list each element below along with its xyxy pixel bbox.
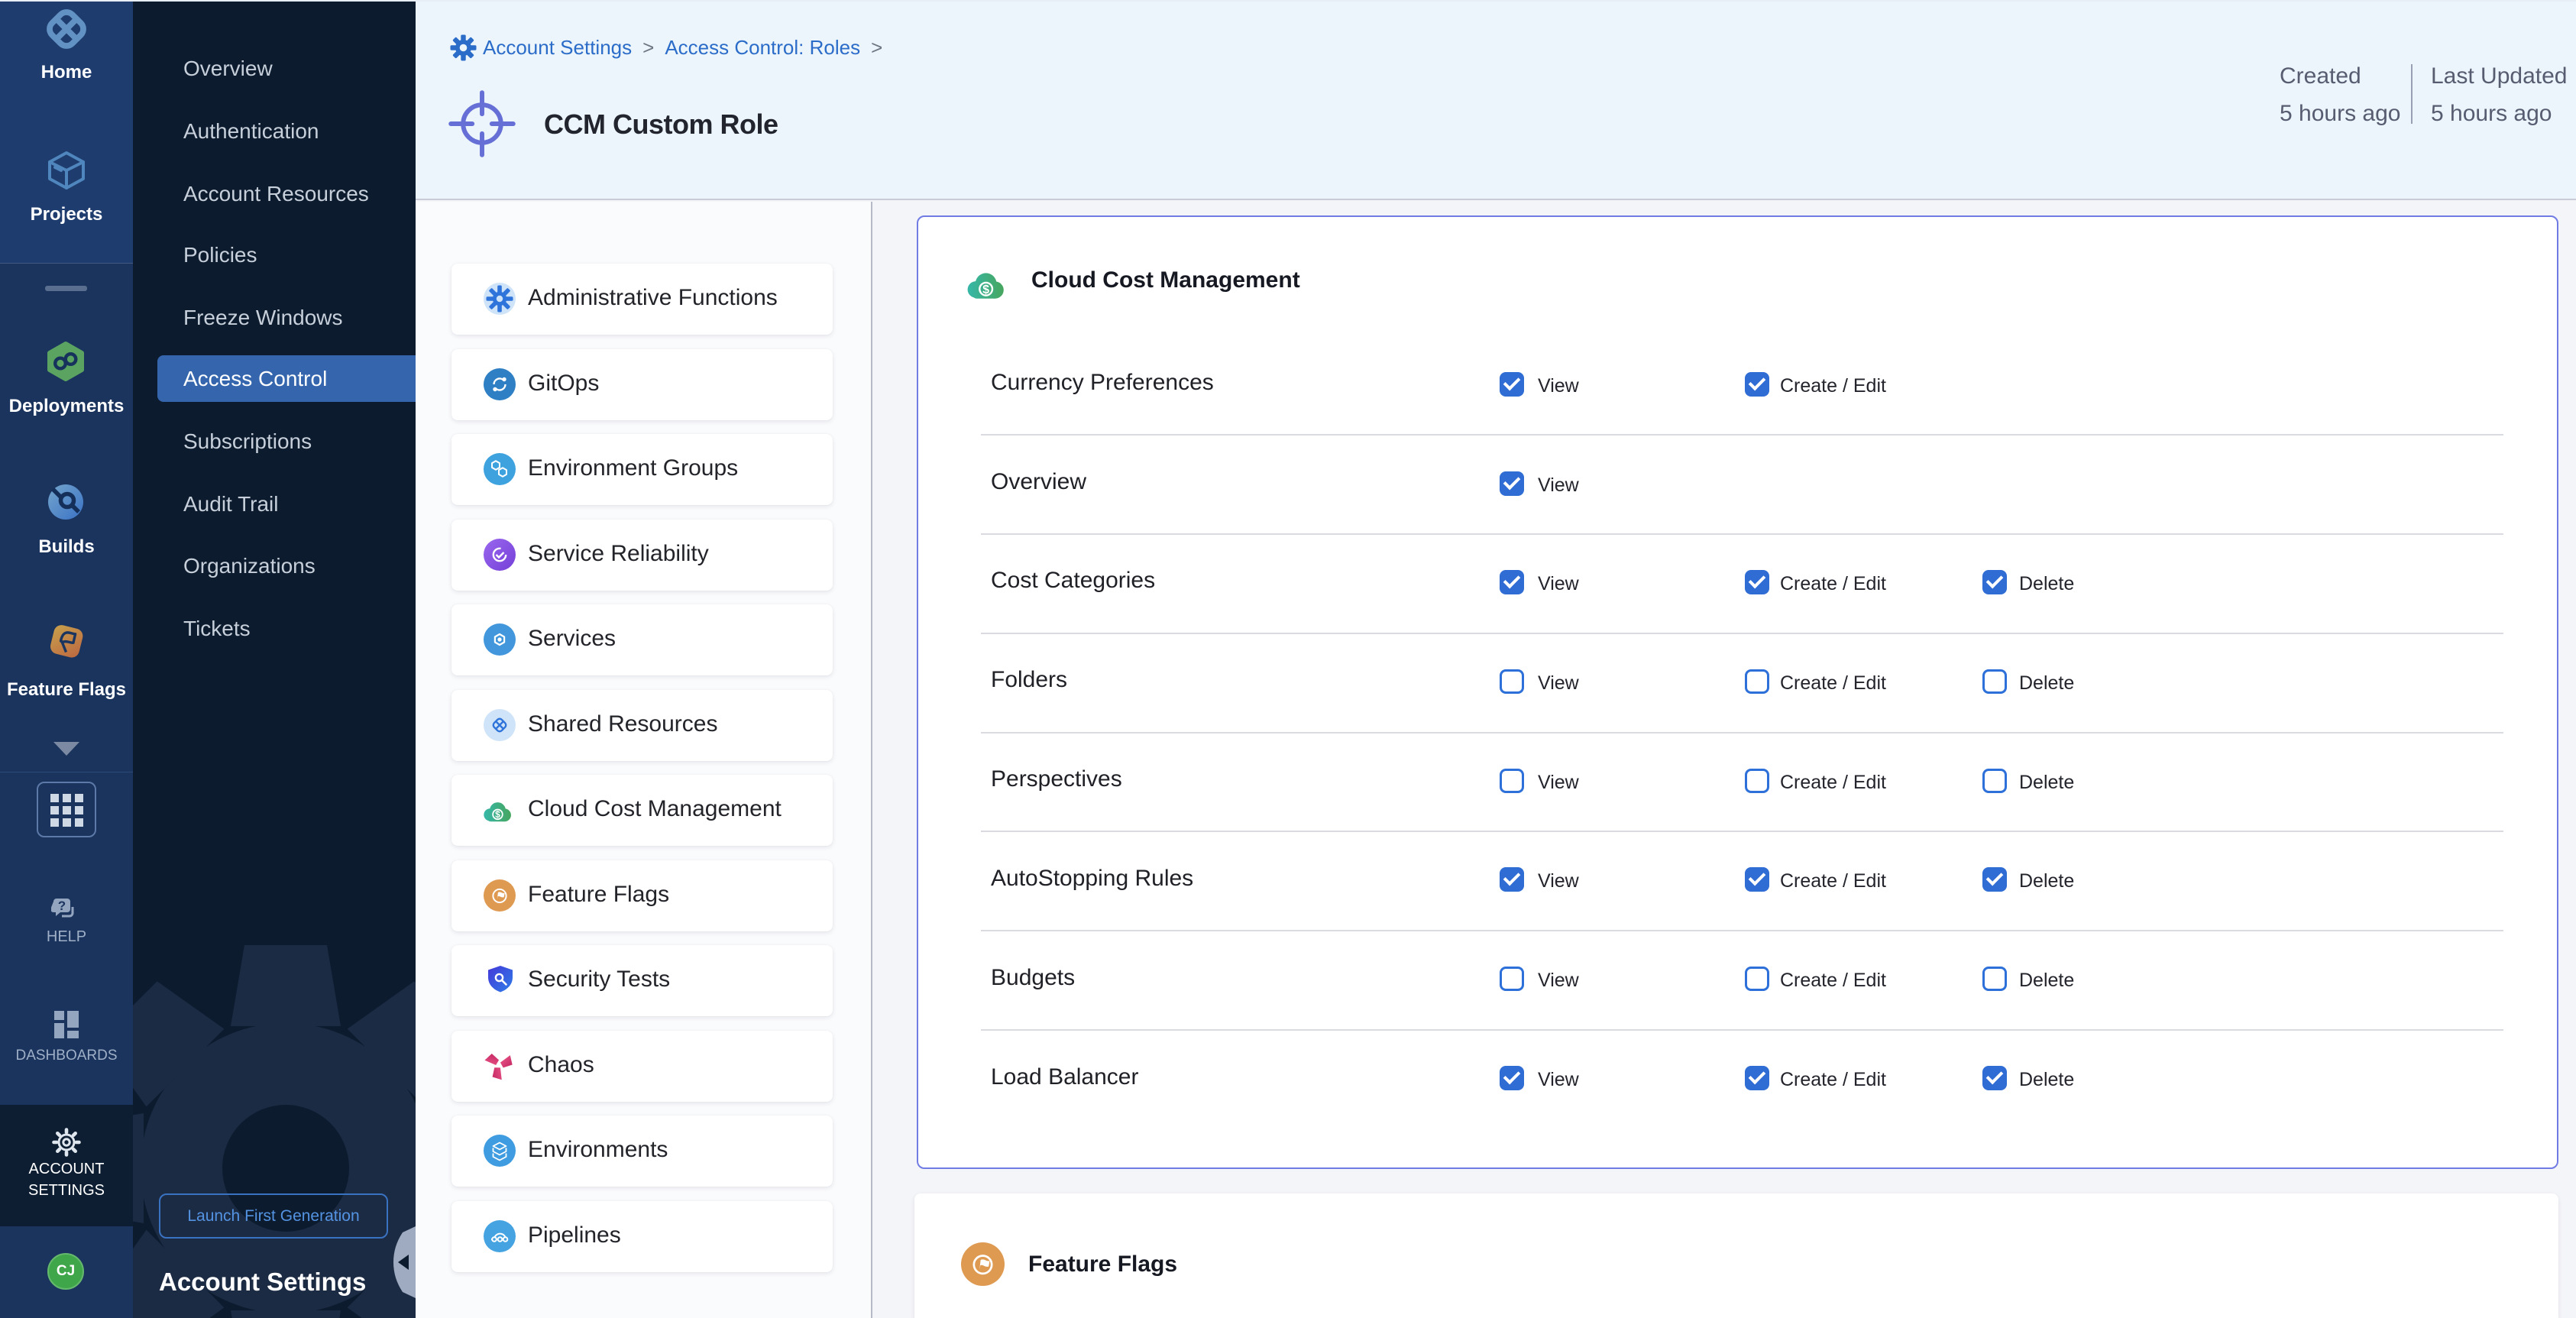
svg-text:$: $ (982, 283, 989, 296)
svg-text:?: ? (58, 899, 66, 913)
svg-text:$: $ (495, 809, 500, 820)
